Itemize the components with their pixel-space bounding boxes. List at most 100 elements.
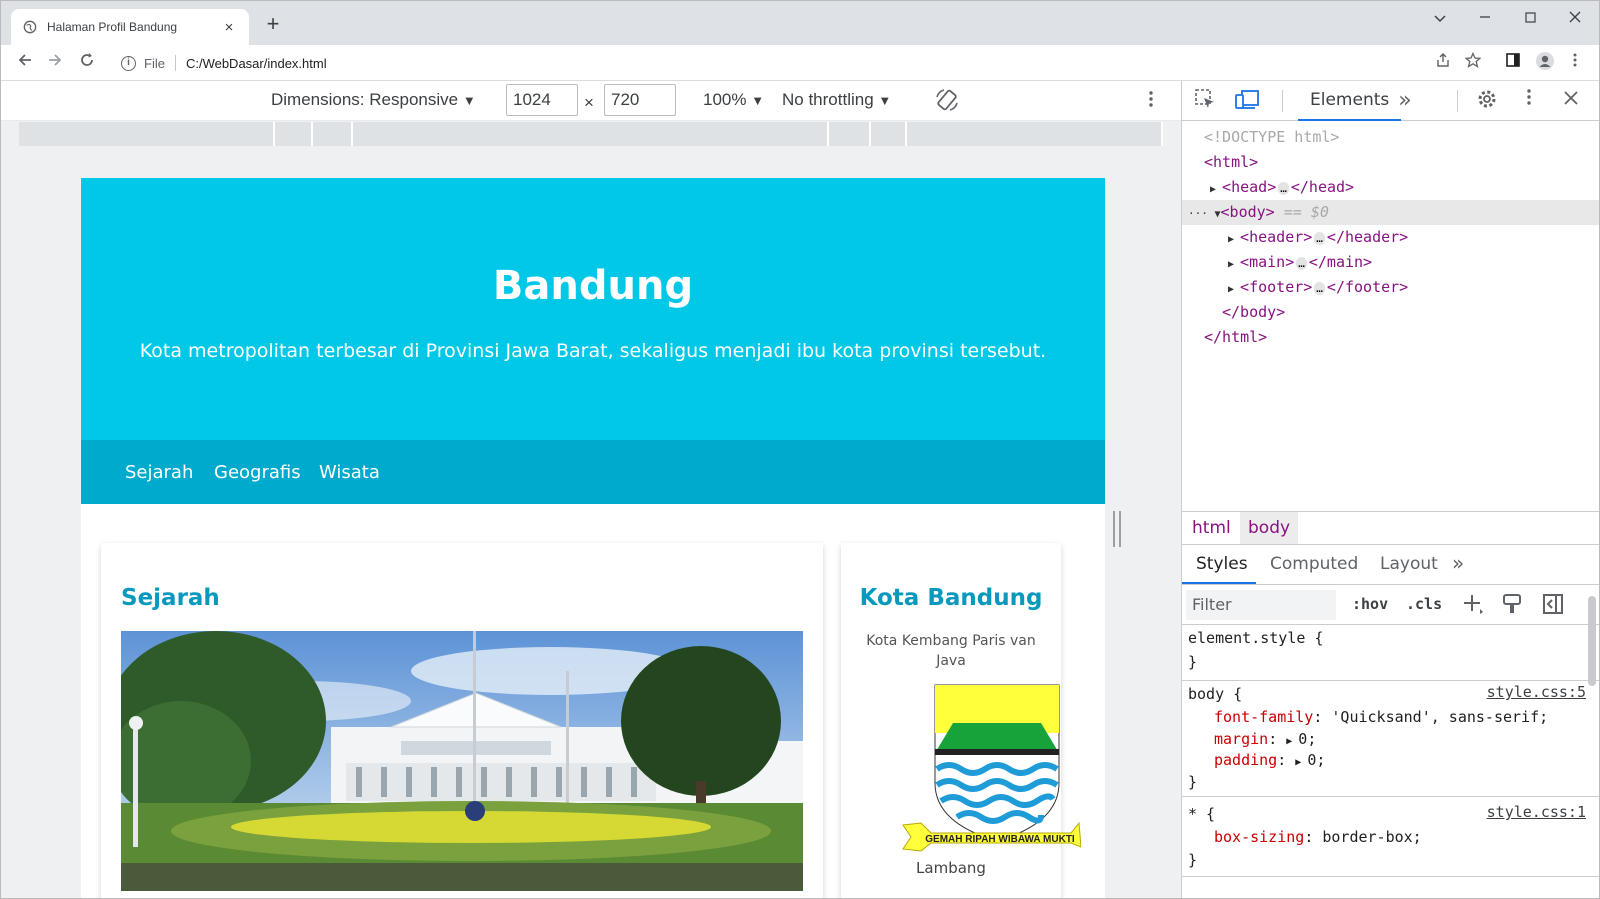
reload-icon[interactable] (75, 51, 99, 75)
browser-window: Halaman Profil Bandung × + i File C:/Web… (0, 0, 1600, 899)
footer-close-tag: </footer> (1326, 278, 1409, 296)
breadcrumb: html body (1182, 511, 1599, 545)
tab-styles[interactable]: Styles (1196, 554, 1248, 574)
dom-node-html-close[interactable]: </html> (1182, 325, 1599, 350)
bookmark-star-icon[interactable] (1461, 51, 1485, 75)
tab-search-icon[interactable] (1423, 7, 1457, 31)
doctype-text: <!DOCTYPE html> (1204, 128, 1340, 146)
nav-link-geografis[interactable]: Geografis (214, 462, 301, 483)
ruler-segment[interactable] (19, 122, 275, 146)
font-family-value: 'Quicksand', sans-serif; (1331, 708, 1549, 726)
zoom-dropdown[interactable]: 100% ▼ (703, 90, 764, 110)
viewport-resize-handle[interactable] (1113, 511, 1121, 547)
element-style-selector[interactable]: element.style { (1188, 627, 1323, 649)
throttling-dropdown[interactable]: No throttling ▼ (782, 90, 891, 110)
hov-toggle[interactable]: :hov (1352, 595, 1388, 613)
dom-node-html[interactable]: <html> (1182, 150, 1599, 175)
breadcrumb-body[interactable]: body (1240, 512, 1299, 544)
universal-rule-source-link[interactable]: style.css:1 (1487, 803, 1586, 821)
rule-close-brace: } (1188, 653, 1198, 671)
dom-node-body-close[interactable]: </body> (1182, 300, 1599, 325)
device-toolbar: Dimensions: Responsive ▼ 1024 × 720 100%… (1, 81, 1181, 121)
minimize-icon[interactable] (1468, 7, 1502, 31)
new-tab-button[interactable]: + (261, 12, 285, 36)
close-window-icon[interactable] (1558, 7, 1592, 31)
node-actions-icon[interactable]: ··· (1188, 207, 1215, 220)
cls-toggle[interactable]: .cls (1406, 595, 1442, 613)
expand-triangle-icon[interactable]: ▶ (1210, 184, 1222, 195)
more-tabs-icon[interactable]: » (1392, 88, 1418, 114)
body-rule-source-link[interactable]: style.css:5 (1487, 683, 1586, 701)
dom-node-main[interactable]: ▶ <main>… </main> (1182, 250, 1599, 275)
dom-node-head[interactable]: ▶ <head>… </head> (1182, 175, 1599, 200)
ruler-segment[interactable] (313, 122, 353, 146)
browser-tab[interactable]: Halaman Profil Bandung × (11, 9, 249, 45)
collapsed-ellipsis[interactable]: … (1314, 232, 1325, 245)
device-toolbar-menu-icon[interactable] (1149, 90, 1153, 113)
tab-elements[interactable]: Elements (1298, 81, 1402, 121)
ruler-segment[interactable] (871, 122, 907, 146)
styles-scrollbar[interactable] (1588, 596, 1596, 686)
tab-computed[interactable]: Computed (1270, 554, 1358, 574)
device-toggle-icon[interactable] (1234, 88, 1260, 114)
html-open-tag: <html> (1204, 153, 1259, 171)
body-selector[interactable]: body { (1188, 683, 1242, 705)
ruler-segment[interactable] (353, 122, 829, 146)
universal-selector[interactable]: * { (1188, 803, 1215, 825)
gedung-sate-photo (121, 631, 803, 891)
devtools-menu-icon[interactable] (1516, 88, 1542, 114)
maximize-icon[interactable] (1513, 7, 1547, 31)
forward-icon[interactable] (43, 51, 67, 75)
collapsed-ellipsis[interactable]: … (1314, 282, 1325, 295)
viewport-width-input[interactable]: 1024 (506, 84, 578, 116)
tab-layout[interactable]: Layout (1380, 554, 1438, 574)
footer-open-tag: <footer> (1240, 278, 1313, 296)
padding-declaration[interactable]: padding: ▶ 0; (1214, 749, 1325, 771)
address-bar[interactable]: i File C:/WebDasar/index.html (111, 49, 1431, 77)
viewport-height-input[interactable]: 720 (604, 84, 676, 116)
ruler-segment[interactable] (275, 122, 313, 146)
article-card: Sejarah (101, 543, 823, 898)
back-icon[interactable] (13, 51, 37, 75)
ruler-segment[interactable] (829, 122, 871, 146)
nav-link-wisata[interactable]: Wisata (319, 462, 380, 483)
side-panel-icon[interactable] (1501, 51, 1525, 75)
collapsed-ellipsis[interactable]: … (1278, 182, 1289, 195)
new-style-rule-icon[interactable] (1462, 593, 1484, 620)
share-icon[interactable] (1431, 51, 1455, 75)
dom-node-body-selected[interactable]: ··· ▼<body> == $0 (1182, 200, 1599, 225)
dom-node-footer[interactable]: ▶ <footer>… </footer> (1182, 275, 1599, 300)
expand-triangle-icon[interactable]: ▶ (1286, 736, 1298, 747)
dom-node-header[interactable]: ▶ <header>… </header> (1182, 225, 1599, 250)
paint-brush-icon[interactable] (1502, 593, 1522, 620)
rule-universal: * { style.css:1 box-sizing: border-box; … (1182, 797, 1599, 877)
collapsed-ellipsis[interactable]: … (1296, 257, 1307, 270)
expand-triangle-icon[interactable]: ▶ (1228, 284, 1240, 295)
font-family-declaration[interactable]: font-family: 'Quicksand', sans-serif; (1214, 706, 1548, 728)
selected-node-marker: == $0 (1283, 203, 1329, 221)
expand-triangle-icon[interactable]: ▶ (1228, 234, 1240, 245)
tab-close-icon[interactable]: × (221, 19, 237, 36)
inspect-element-icon[interactable] (1192, 88, 1218, 114)
breadcrumb-html[interactable]: html (1184, 518, 1239, 538)
close-devtools-icon[interactable] (1558, 88, 1584, 114)
dimension-times-sign: × (584, 93, 594, 112)
dom-node-doctype[interactable]: <!DOCTYPE html> (1182, 125, 1599, 150)
profile-avatar-icon[interactable] (1533, 51, 1557, 75)
site-info-icon[interactable]: i (121, 55, 136, 71)
box-sizing-declaration[interactable]: box-sizing: border-box; (1214, 826, 1422, 848)
nav-link-sejarah[interactable]: Sejarah (125, 462, 193, 483)
media-query-ruler[interactable] (1, 121, 1181, 148)
settings-gear-icon[interactable] (1474, 88, 1500, 114)
ruler-segment[interactable] (907, 122, 1163, 146)
more-panes-icon[interactable]: » (1452, 551, 1464, 575)
styles-filter-input[interactable]: Filter (1186, 590, 1336, 620)
expand-triangle-icon[interactable]: ▶ (1228, 259, 1240, 270)
toggle-sidebar-icon[interactable] (1542, 593, 1564, 620)
dimensions-dropdown[interactable]: Dimensions: Responsive ▼ (271, 90, 476, 110)
browser-menu-icon[interactable] (1563, 51, 1587, 75)
expand-triangle-icon[interactable]: ▶ (1295, 757, 1307, 768)
rotate-icon[interactable] (934, 87, 960, 118)
margin-declaration[interactable]: margin: ▶ 0; (1214, 728, 1316, 750)
browser-toolbar: i File C:/WebDasar/index.html (1, 45, 1599, 81)
